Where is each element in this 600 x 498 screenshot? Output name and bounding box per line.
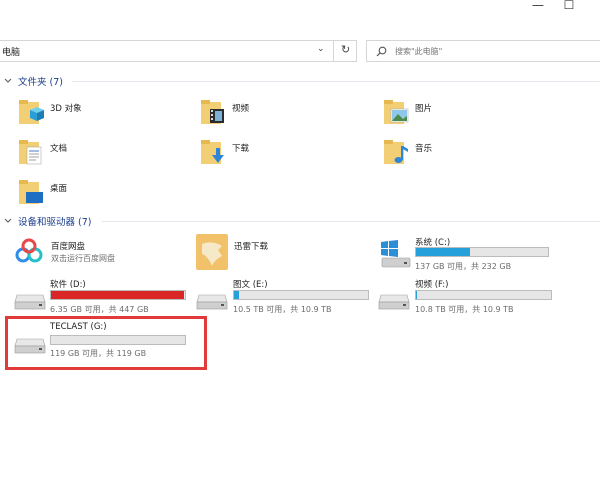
drive-name: 图文 (E:) (233, 280, 268, 290)
drive-usage-fill (416, 291, 418, 299)
folder-label: 桌面 (50, 184, 68, 194)
drive-usage-fill (416, 248, 471, 256)
folder-documents[interactable]: 文档 (18, 136, 168, 172)
hard-drive-icon (378, 294, 410, 310)
xunlei-icon (196, 234, 228, 270)
folder-label: 文档 (50, 144, 68, 154)
chevron-down-icon (4, 217, 14, 226)
chevron-down-icon (4, 77, 14, 86)
folder-3d-objects[interactable]: 3D 对象 (18, 96, 168, 132)
drive-usage-fill (234, 291, 240, 299)
drive-info: 137 GB 可用，共 232 GB (415, 262, 512, 271)
highlight-box (5, 316, 207, 370)
3d-objects-icon (19, 100, 44, 124)
drive-info: 10.5 TB 可用，共 10.9 TB (233, 305, 332, 314)
chevron-down-icon[interactable]: ⌄ (317, 44, 325, 54)
folder-label: 音乐 (415, 144, 433, 154)
windows-drive-icon (381, 240, 411, 268)
group-header-folders[interactable]: 文件夹 (7) (4, 74, 63, 88)
pictures-folder-icon (384, 100, 409, 124)
address-path: 电脑 (2, 48, 21, 58)
drive-usage-bar (50, 290, 186, 300)
drive-usage-bar (415, 290, 552, 300)
downloads-folder-icon (201, 140, 224, 164)
group-divider (72, 81, 600, 82)
maximize-button[interactable]: ☐ (555, 0, 583, 14)
drive-usage-bar (233, 290, 369, 300)
folder-desktop[interactable]: 桌面 (18, 176, 168, 212)
search-box[interactable]: 搜索"此电脑" (366, 40, 600, 62)
music-folder-icon (384, 140, 408, 164)
folder-pictures[interactable]: 图片 (383, 96, 533, 132)
drive-e[interactable]: 图文 (E:) 10.5 TB 可用，共 10.9 TB (196, 276, 376, 316)
hard-drive-icon (196, 294, 228, 310)
refresh-button[interactable]: ↻ (333, 40, 357, 62)
baidu-netdisk-icon (15, 238, 43, 263)
refresh-icon: ↻ (341, 43, 351, 56)
folder-music[interactable]: 音乐 (383, 136, 533, 172)
group-divider (102, 221, 600, 222)
folder-label: 图片 (415, 104, 433, 114)
search-icon (376, 46, 387, 57)
desktop-folder-icon (19, 180, 43, 204)
folder-label: 3D 对象 (50, 104, 82, 114)
app-name: 迅雷下载 (234, 242, 269, 252)
address-bar[interactable]: 电脑 ⌄ (0, 40, 357, 62)
drive-usage-fill (51, 291, 184, 299)
app-xunlei[interactable]: 迅雷下载 (196, 234, 376, 274)
app-baidu-netdisk[interactable]: 百度网盘 双击运行百度网盘 (15, 236, 195, 276)
app-name: 百度网盘 (51, 242, 86, 252)
drive-name: 软件 (D:) (50, 280, 86, 290)
drive-name: 视频 (F:) (415, 280, 449, 290)
hard-drive-icon (14, 294, 46, 310)
folder-label: 视频 (232, 104, 250, 114)
drive-info: 10.8 TB 可用，共 10.9 TB (415, 305, 514, 314)
documents-folder-icon (19, 140, 42, 165)
video-folder-icon (201, 100, 224, 124)
drive-usage-bar (415, 247, 549, 257)
search-placeholder: 搜索"此电脑" (395, 47, 443, 56)
drive-info: 6.35 GB 可用，共 447 GB (50, 305, 149, 314)
minimize-button[interactable]: — (524, 0, 552, 14)
folder-videos[interactable]: 视频 (200, 96, 350, 132)
group-title: 文件夹 (7) (18, 77, 63, 88)
drive-c[interactable]: 系统 (C:) 137 GB 可用，共 232 GB (378, 234, 558, 274)
drive-d[interactable]: 软件 (D:) 6.35 GB 可用，共 447 GB (14, 276, 194, 316)
app-subtitle: 双击运行百度网盘 (51, 254, 115, 263)
folder-label: 下载 (232, 144, 250, 154)
group-header-devices[interactable]: 设备和驱动器 (7) (4, 214, 91, 228)
folder-downloads[interactable]: 下载 (200, 136, 350, 172)
group-title: 设备和驱动器 (7) (18, 217, 92, 228)
drive-f[interactable]: 视频 (F:) 10.8 TB 可用，共 10.9 TB (378, 276, 558, 316)
